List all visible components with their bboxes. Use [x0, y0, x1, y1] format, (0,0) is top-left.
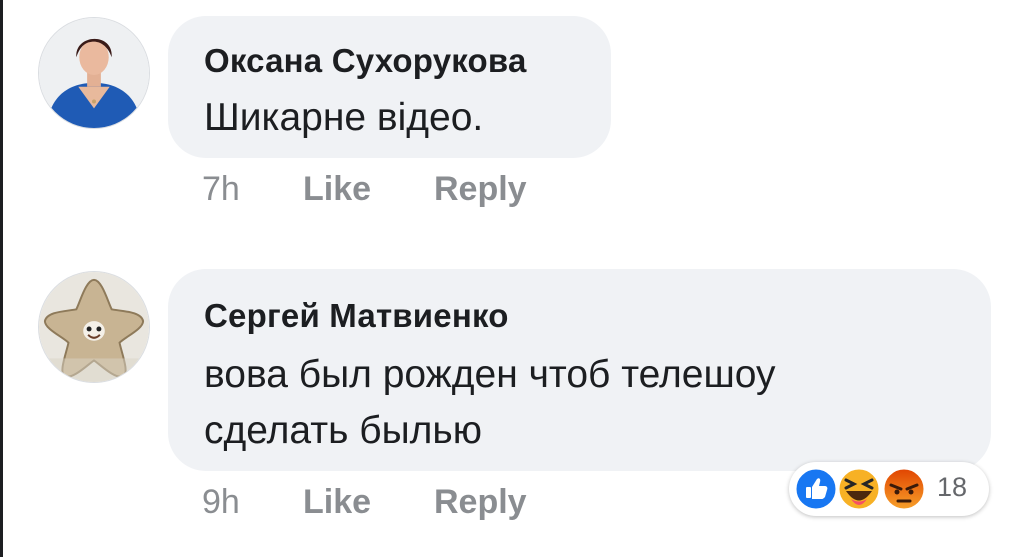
avatar[interactable]: [38, 271, 150, 383]
comment-timestamp[interactable]: 7h: [202, 170, 240, 209]
comment-author[interactable]: Сергей Матвиенко: [204, 297, 509, 335]
like-icon: [793, 466, 839, 512]
haha-icon: [836, 466, 882, 512]
reply-button[interactable]: Reply: [434, 170, 527, 209]
avatar-photo: [39, 272, 149, 382]
comment-text: сделать былью: [204, 409, 482, 452]
avatar-photo: [39, 18, 149, 128]
comment-bubble: Сергей Матвиенко вова был рожден чтоб те…: [168, 269, 991, 471]
reaction-count: 18: [937, 472, 968, 502]
angry-icon: [881, 466, 927, 512]
avatar[interactable]: [38, 17, 150, 129]
reply-button[interactable]: Reply: [434, 483, 527, 522]
comment-text: вова был рожден чтоб телешоу: [204, 353, 776, 396]
like-button[interactable]: Like: [303, 170, 371, 209]
comment-text: Шикарне відео.: [204, 96, 484, 139]
comment-timestamp[interactable]: 9h: [202, 483, 240, 522]
comment-bubble: Оксана Сухорукова Шикарне відео.: [168, 16, 611, 158]
comment-author[interactable]: Оксана Сухорукова: [204, 42, 527, 80]
like-button[interactable]: Like: [303, 483, 371, 522]
left-border: [0, 0, 3, 557]
reactions-summary[interactable]: 18: [789, 462, 989, 516]
